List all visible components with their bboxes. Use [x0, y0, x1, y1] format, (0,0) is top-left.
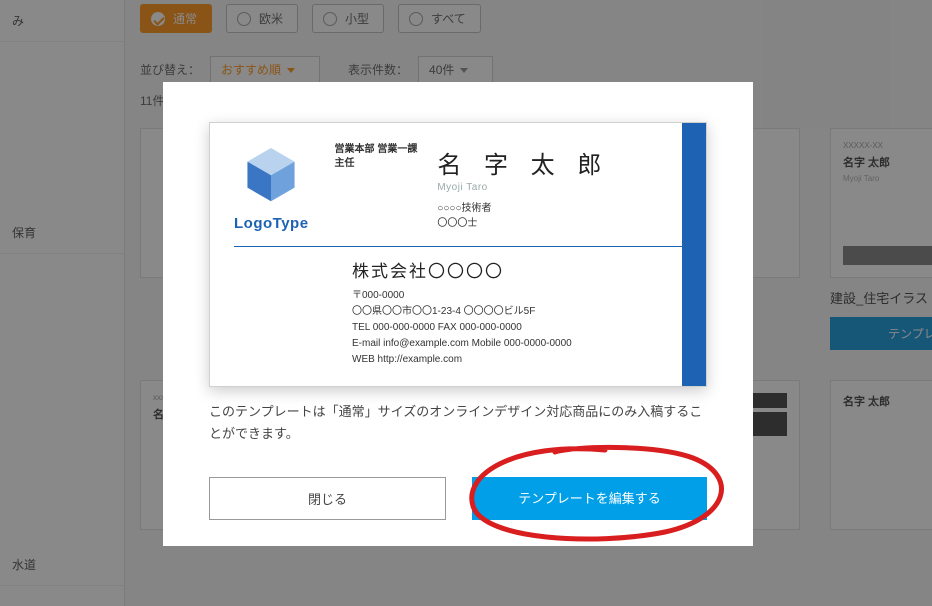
button-label: テンプレートを編集する	[518, 491, 661, 506]
card-accent-stripe	[682, 123, 706, 386]
postal-line: 〒000-0000	[352, 288, 684, 304]
qualification-line: ○○○○技術者	[437, 201, 609, 216]
tel-line: TEL 000-000-0000 FAX 000-000-0000	[352, 320, 684, 336]
template-preview-modal: LogoType 営業本部 営業一課 主任 名 字 太 郎 Myoji Taro…	[163, 82, 753, 546]
close-button[interactable]: 閉じる	[209, 477, 446, 520]
company-name: 株式会社〇〇〇〇	[352, 257, 684, 282]
edit-template-button[interactable]: テンプレートを編集する	[472, 477, 707, 520]
address-line: 〇〇県〇〇市〇〇1-23-4 〇〇〇〇ビル5F	[352, 304, 684, 320]
business-card-preview: LogoType 営業本部 営業一課 主任 名 字 太 郎 Myoji Taro…	[209, 122, 707, 387]
dept-line: 営業本部 営業一課	[335, 143, 418, 157]
button-label: 閉じる	[308, 492, 347, 507]
cube-logo-icon	[240, 143, 302, 205]
modal-actions: 閉じる テンプレートを編集する	[209, 477, 707, 520]
card-divider	[234, 246, 684, 247]
qualification-line: 〇〇〇士	[437, 216, 609, 231]
card-name-jp: 名 字 太 郎	[437, 145, 609, 180]
dept-line: 主任	[335, 157, 418, 171]
web-line: WEB http://example.com	[352, 352, 684, 368]
modal-note: このテンプレートは「通常」サイズのオンラインデザイン対応商品にのみ入稿することが…	[209, 401, 707, 445]
card-name-en: Myoji Taro	[437, 182, 609, 193]
logo-wordmark: LogoType	[234, 215, 309, 232]
email-line: E-mail info@example.com Mobile 000-0000-…	[352, 336, 684, 352]
